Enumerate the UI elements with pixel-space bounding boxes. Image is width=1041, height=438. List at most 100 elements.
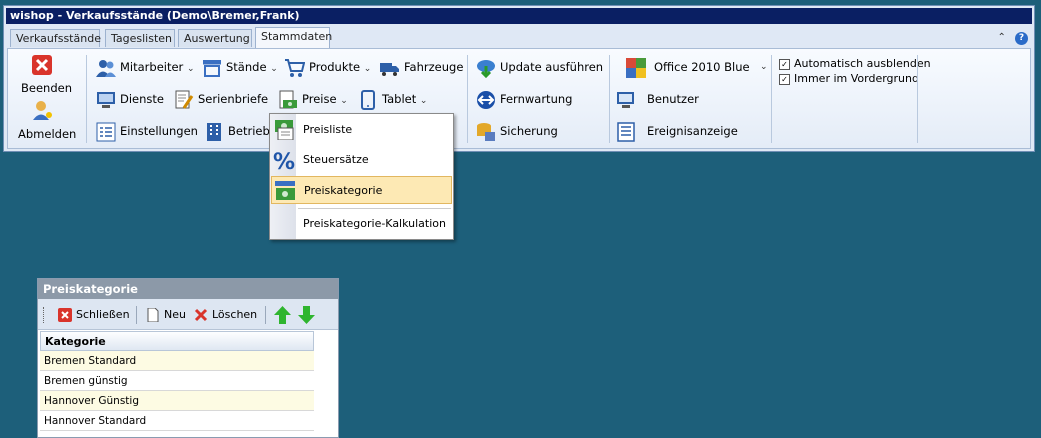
database-save-icon [477, 123, 495, 141]
ribbon-divider [86, 55, 87, 143]
sicherung-label: Sicherung [500, 124, 558, 138]
tab-verkaufsstaende[interactable]: Verkaufsstände [10, 29, 101, 47]
tablet-button[interactable]: Tablet ⌄ [358, 87, 438, 111]
sicherung-button[interactable]: Sicherung [476, 119, 571, 143]
serienbriefe-label: Serienbriefe [198, 92, 269, 106]
menu-item-steuersaetze[interactable]: % Steuersätze [271, 146, 452, 174]
neu-button[interactable]: Neu [146, 307, 186, 323]
event-log-icon [617, 122, 635, 142]
checkbox-checked-icon: ✓ [779, 73, 790, 85]
price-tag-icon [279, 90, 297, 109]
staende-button[interactable]: Stände ⌄ [202, 55, 284, 79]
table-row[interactable]: Hannover Standard [40, 411, 314, 431]
always-on-top-checkbox[interactable]: ✓ Immer im Vordergrund [779, 72, 919, 86]
auto-hide-checkbox[interactable]: ✓ Automatisch ausblenden [779, 57, 931, 71]
ribbon: Beenden Abmelden Mitarbeiter ⌄ Stände ⌄ … [7, 48, 1031, 149]
market-stall-icon [203, 60, 221, 77]
tablet-icon [361, 90, 375, 110]
schliessen-label: Schließen [76, 308, 130, 321]
einstellungen-button[interactable]: Einstellungen [96, 119, 202, 143]
serienbriefe-button[interactable]: Serienbriefe [174, 87, 274, 111]
column-header-kategorie[interactable]: Kategorie [40, 331, 314, 351]
arrow-up-icon[interactable] [274, 306, 291, 324]
monitor-icon [97, 92, 115, 108]
chevron-down-icon: ⌄ [186, 64, 195, 74]
ereignisanzeige-button[interactable]: Ereignisanzeige [616, 119, 738, 143]
help-icon[interactable]: ? [1015, 32, 1028, 45]
preise-button[interactable]: Preise ⌄ [278, 87, 358, 111]
toolbar-grip[interactable] [43, 307, 46, 323]
tab-stammdaten[interactable]: Stammdaten [255, 27, 332, 48]
menu-label: Steuersätze [303, 153, 369, 166]
svg-text:%: % [273, 150, 295, 170]
fahrzeuge-button[interactable]: Fahrzeuge [380, 55, 466, 79]
panel-toolbar: Schließen Neu Löschen [38, 299, 338, 330]
ribbon-tabs: Verkaufsstände Tageslisten Auswertung St… [4, 26, 1034, 48]
settings-list-icon [96, 122, 116, 142]
auto-hide-label: Automatisch ausblenden [794, 57, 931, 70]
ribbon-divider [467, 55, 468, 143]
schliessen-button[interactable]: Schließen [58, 307, 130, 323]
delete-icon [194, 308, 208, 322]
fernwartung-button[interactable]: Fernwartung [476, 87, 581, 111]
preise-label: Preise [302, 92, 337, 106]
staende-label: Stände [226, 60, 267, 74]
table-row[interactable]: Hannover Günstig [40, 391, 314, 411]
users-icon [96, 60, 116, 77]
ribbon-divider [771, 55, 772, 143]
update-button[interactable]: Update ausführen [476, 55, 604, 79]
menu-separator [298, 208, 451, 209]
collapse-ribbon-icon[interactable]: ⌃ [998, 32, 1012, 43]
theme-select[interactable]: Office 2010 Blue ⌄ [626, 55, 771, 79]
menu-item-preiskategorie-kalkulation[interactable]: Preiskategorie-Kalkulation [271, 210, 452, 238]
tablet-label: Tablet [382, 92, 417, 106]
new-document-icon [147, 308, 159, 322]
fernwartung-label: Fernwartung [500, 92, 573, 106]
loeschen-label: Löschen [212, 308, 258, 321]
menu-item-preisliste[interactable]: Preisliste [271, 116, 452, 144]
ereignisanzeige-label: Ereignisanzeige [647, 124, 738, 138]
toolbar-separator [265, 306, 266, 324]
abmelden-button[interactable]: Abmelden [14, 99, 77, 143]
update-label: Update ausführen [500, 60, 604, 74]
theme-icon [626, 58, 646, 78]
theme-label: Office 2010 Blue [654, 60, 750, 74]
dienste-button[interactable]: Dienste [96, 87, 171, 111]
betriebe-button[interactable]: Betriebe [204, 119, 276, 143]
menu-item-preiskategorie[interactable]: Preiskategorie [271, 176, 452, 204]
price-category-icon [275, 181, 295, 200]
chevron-down-icon: ⌄ [340, 96, 348, 106]
building-icon [207, 123, 221, 141]
main-window: wishop - Verkaufsstände (Demo\Bremer,Fra… [3, 5, 1035, 152]
mitarbeiter-button[interactable]: Mitarbeiter ⌄ [96, 55, 201, 79]
cloud-download-icon [477, 60, 495, 78]
tab-tageslisten[interactable]: Tageslisten [105, 29, 175, 47]
loeschen-button[interactable]: Löschen [194, 307, 257, 323]
preiskategorie-panel: Preiskategorie Schließen Neu Löschen Kat… [37, 278, 339, 438]
truck-icon [380, 63, 399, 76]
tab-auswertung[interactable]: Auswertung [178, 29, 252, 47]
kategorie-grid: Kategorie Bremen Standard Bremen günstig… [40, 331, 314, 431]
ribbon-divider [609, 55, 610, 143]
produkte-button[interactable]: Produkte ⌄ [285, 55, 381, 79]
einstellungen-label: Einstellungen [120, 124, 198, 138]
benutzer-button[interactable]: Benutzer [616, 87, 706, 111]
table-row[interactable]: Bremen Standard [40, 351, 314, 371]
user-monitor-icon [617, 92, 634, 108]
preise-dropdown-menu: Preisliste % Steuersätze Preiskategorie … [269, 113, 454, 240]
close-icon [32, 55, 52, 75]
chevron-down-icon: ⌄ [419, 96, 428, 106]
arrow-down-icon[interactable] [298, 306, 315, 324]
menu-label: Preisliste [303, 123, 353, 136]
beenden-label: Beenden [21, 81, 72, 95]
window-title: wishop - Verkaufsstände (Demo\Bremer,Fra… [6, 8, 1032, 24]
chevron-down-icon: ⌄ [270, 64, 278, 74]
table-row[interactable]: Bremen günstig [40, 371, 314, 391]
mitarbeiter-label: Mitarbeiter [120, 60, 184, 74]
produkte-label: Produkte [309, 60, 361, 74]
abmelden-label: Abmelden [18, 127, 77, 141]
price-list-icon [275, 120, 294, 140]
dienste-label: Dienste [120, 92, 164, 106]
beenden-button[interactable]: Beenden [14, 53, 72, 95]
user-key-icon [33, 101, 52, 120]
